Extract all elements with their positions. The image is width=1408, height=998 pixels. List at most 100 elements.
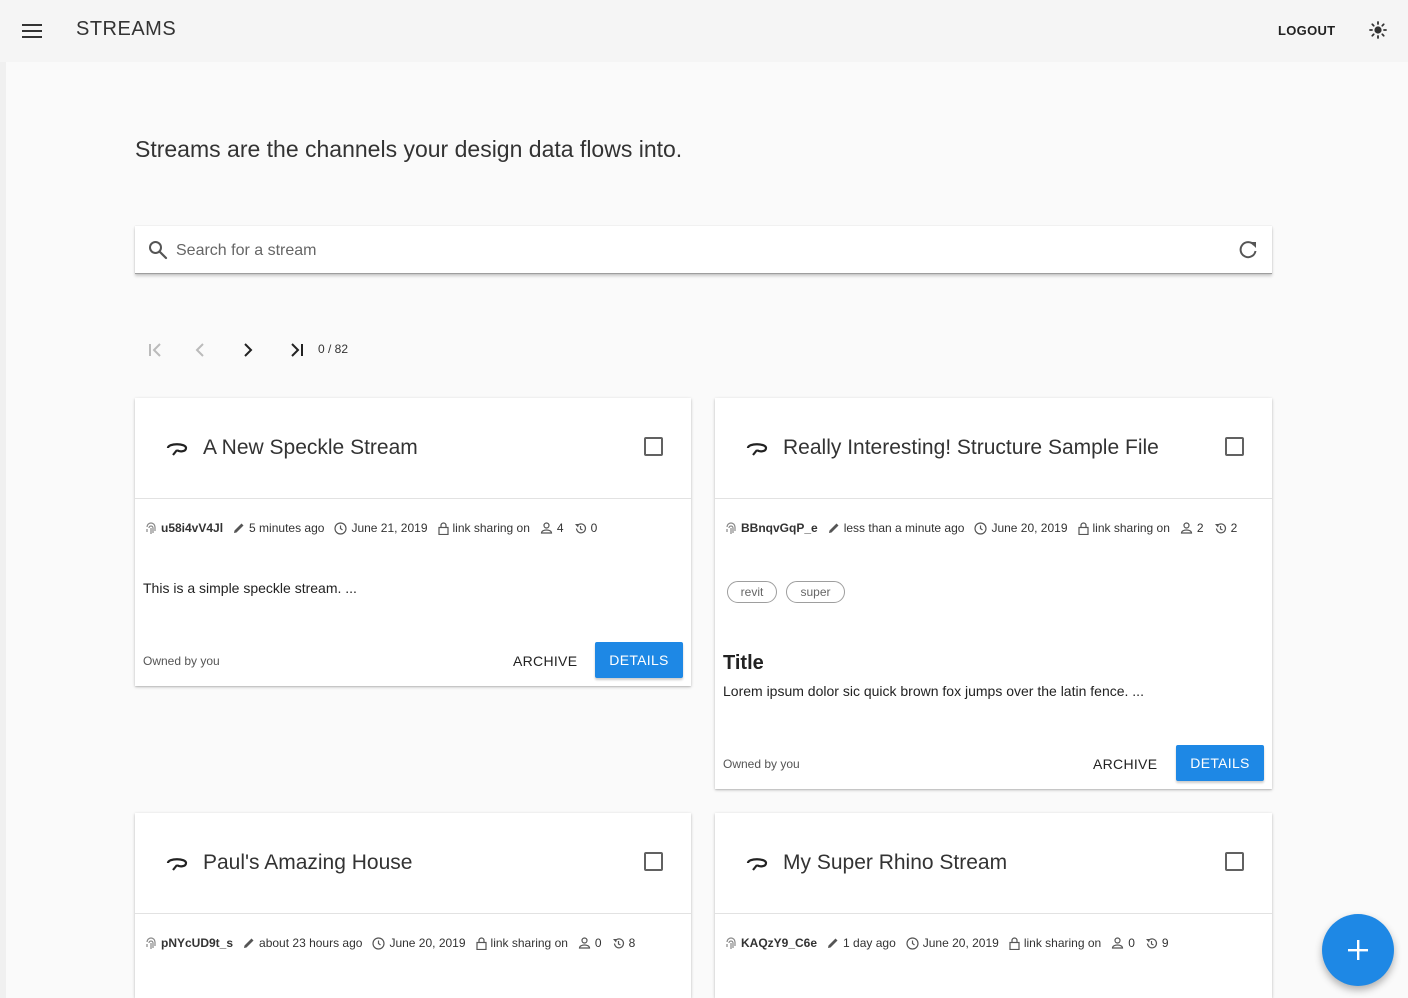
select-checkbox[interactable]: [1225, 852, 1244, 871]
select-checkbox[interactable]: [644, 437, 663, 456]
edited-time: 5 minutes ago: [249, 521, 325, 535]
pencil-icon: [244, 938, 254, 948]
stream-id: u58i4vV4Jl: [161, 521, 224, 535]
tag-chip[interactable]: super: [786, 581, 845, 603]
menu-icon: [22, 24, 42, 38]
stream-id: BBnqvGqP_e: [741, 521, 818, 535]
theme-toggle-button[interactable]: [1363, 15, 1393, 45]
card-header: A New Speckle Stream: [135, 398, 691, 499]
created-date: June 20, 2019: [389, 936, 466, 950]
nav-edge: [0, 62, 6, 998]
sharing-status: link sharing on: [1023, 936, 1102, 950]
plus-icon: [1348, 940, 1368, 960]
edited-time: less than a minute ago: [843, 521, 965, 535]
history-icon: [1214, 522, 1226, 533]
stream-card: My Super Rhino Stream KAQzY9_C6e 1 day a…: [715, 813, 1272, 998]
account-icon: [1112, 937, 1124, 949]
page-first-icon: [149, 343, 161, 357]
lock-icon: [437, 521, 449, 535]
select-checkbox[interactable]: [1225, 437, 1244, 456]
stream-card: A New Speckle Stream u58i4vV4Jl 5 minute…: [135, 398, 691, 686]
fingerprint-icon: [146, 936, 156, 949]
stream-card: Really Interesting! Structure Sample Fil…: [715, 398, 1272, 789]
history-icon: [1145, 937, 1157, 948]
history-count: 0: [590, 521, 598, 535]
previous-page-button[interactable]: [184, 336, 216, 364]
history-count: 9: [1161, 936, 1169, 950]
page-last-icon: [291, 343, 303, 357]
stream-icon: [166, 858, 188, 871]
fingerprint-icon: [146, 521, 156, 534]
next-page-button[interactable]: [232, 336, 264, 364]
select-checkbox[interactable]: [644, 852, 663, 871]
stream-meta: KAQzY9_C6e 1 day ago June 20, 2019 link …: [725, 935, 1169, 951]
page-count: 0 / 82: [318, 342, 349, 356]
menu-button[interactable]: [14, 13, 50, 49]
edited-time: 1 day ago: [843, 936, 896, 950]
stream-title[interactable]: A New Speckle Stream: [203, 436, 418, 460]
clock-icon: [906, 936, 919, 950]
stream-icon: [166, 443, 188, 456]
account-icon: [1180, 522, 1193, 534]
stream-description: This is a simple speckle stream. ...: [143, 580, 357, 596]
stream-icon: [746, 443, 768, 456]
pencil-icon: [828, 938, 838, 948]
search-input[interactable]: [174, 236, 1218, 266]
first-page-button[interactable]: [140, 336, 172, 364]
tag-chip[interactable]: revit: [727, 581, 777, 603]
fingerprint-icon: [726, 521, 736, 534]
details-button[interactable]: DETAILS: [595, 642, 683, 678]
lock-icon: [1077, 521, 1089, 535]
pencil-icon: [234, 523, 244, 533]
refresh-icon[interactable]: [1237, 239, 1259, 261]
history-count: 2: [1230, 521, 1238, 535]
pencil-icon: [828, 523, 839, 533]
stream-title[interactable]: Really Interesting! Structure Sample Fil…: [783, 436, 1159, 460]
user-count: 0: [1128, 936, 1135, 950]
card-header: My Super Rhino Stream: [715, 813, 1272, 914]
edited-time: about 23 hours ago: [259, 936, 363, 950]
history-icon: [612, 937, 624, 948]
search-bar: [135, 226, 1272, 274]
card-header: Paul's Amazing House: [135, 813, 691, 914]
last-page-button[interactable]: [280, 336, 312, 364]
owner-label: Owned by you: [143, 654, 220, 668]
stream-icon: [746, 858, 768, 871]
history-count: 8: [628, 936, 636, 950]
stream-title[interactable]: Paul's Amazing House: [203, 851, 412, 875]
account-icon: [578, 937, 591, 949]
user-count: 0: [594, 936, 602, 950]
history-icon: [574, 522, 586, 533]
page-intro: Streams are the channels your design dat…: [135, 136, 683, 162]
created-date: June 21, 2019: [351, 521, 428, 535]
stream-id: pNYcUD9t_s: [161, 936, 234, 950]
chevron-right-icon: [244, 343, 253, 357]
created-date: June 20, 2019: [991, 521, 1068, 535]
app-title: STREAMS: [76, 18, 177, 40]
sharing-status: link sharing on: [452, 521, 530, 535]
stream-title[interactable]: My Super Rhino Stream: [783, 851, 1007, 875]
app-bar: STREAMS LOGOUT: [0, 0, 1408, 62]
user-count: 4: [556, 521, 564, 535]
stream-description: Lorem ipsum dolor sic quick brown fox ju…: [723, 683, 1144, 699]
sharing-status: link sharing on: [490, 936, 568, 950]
logout-button[interactable]: LOGOUT: [1268, 16, 1345, 44]
archive-button[interactable]: ARCHIVE: [1085, 746, 1165, 782]
fingerprint-icon: [726, 936, 736, 949]
add-stream-button[interactable]: [1322, 914, 1394, 986]
archive-button[interactable]: ARCHIVE: [505, 643, 585, 679]
card-header: Really Interesting! Structure Sample Fil…: [715, 398, 1272, 499]
clock-icon: [974, 521, 988, 535]
clock-icon: [372, 936, 386, 950]
clock-icon: [334, 521, 348, 535]
stream-meta: u58i4vV4Jl 5 minutes ago June 21, 2019 l…: [145, 520, 597, 536]
lock-icon: [1009, 936, 1020, 950]
stream-meta: BBnqvGqP_e less than a minute ago June 2…: [725, 520, 1237, 536]
details-button[interactable]: DETAILS: [1176, 745, 1264, 781]
magnify-icon: [149, 241, 168, 260]
lock-icon: [475, 936, 487, 950]
stream-meta: pNYcUD9t_s about 23 hours ago June 20, 2…: [145, 935, 635, 951]
user-count: 2: [1196, 521, 1204, 535]
account-icon: [540, 522, 553, 534]
description-heading: Title: [723, 652, 764, 674]
